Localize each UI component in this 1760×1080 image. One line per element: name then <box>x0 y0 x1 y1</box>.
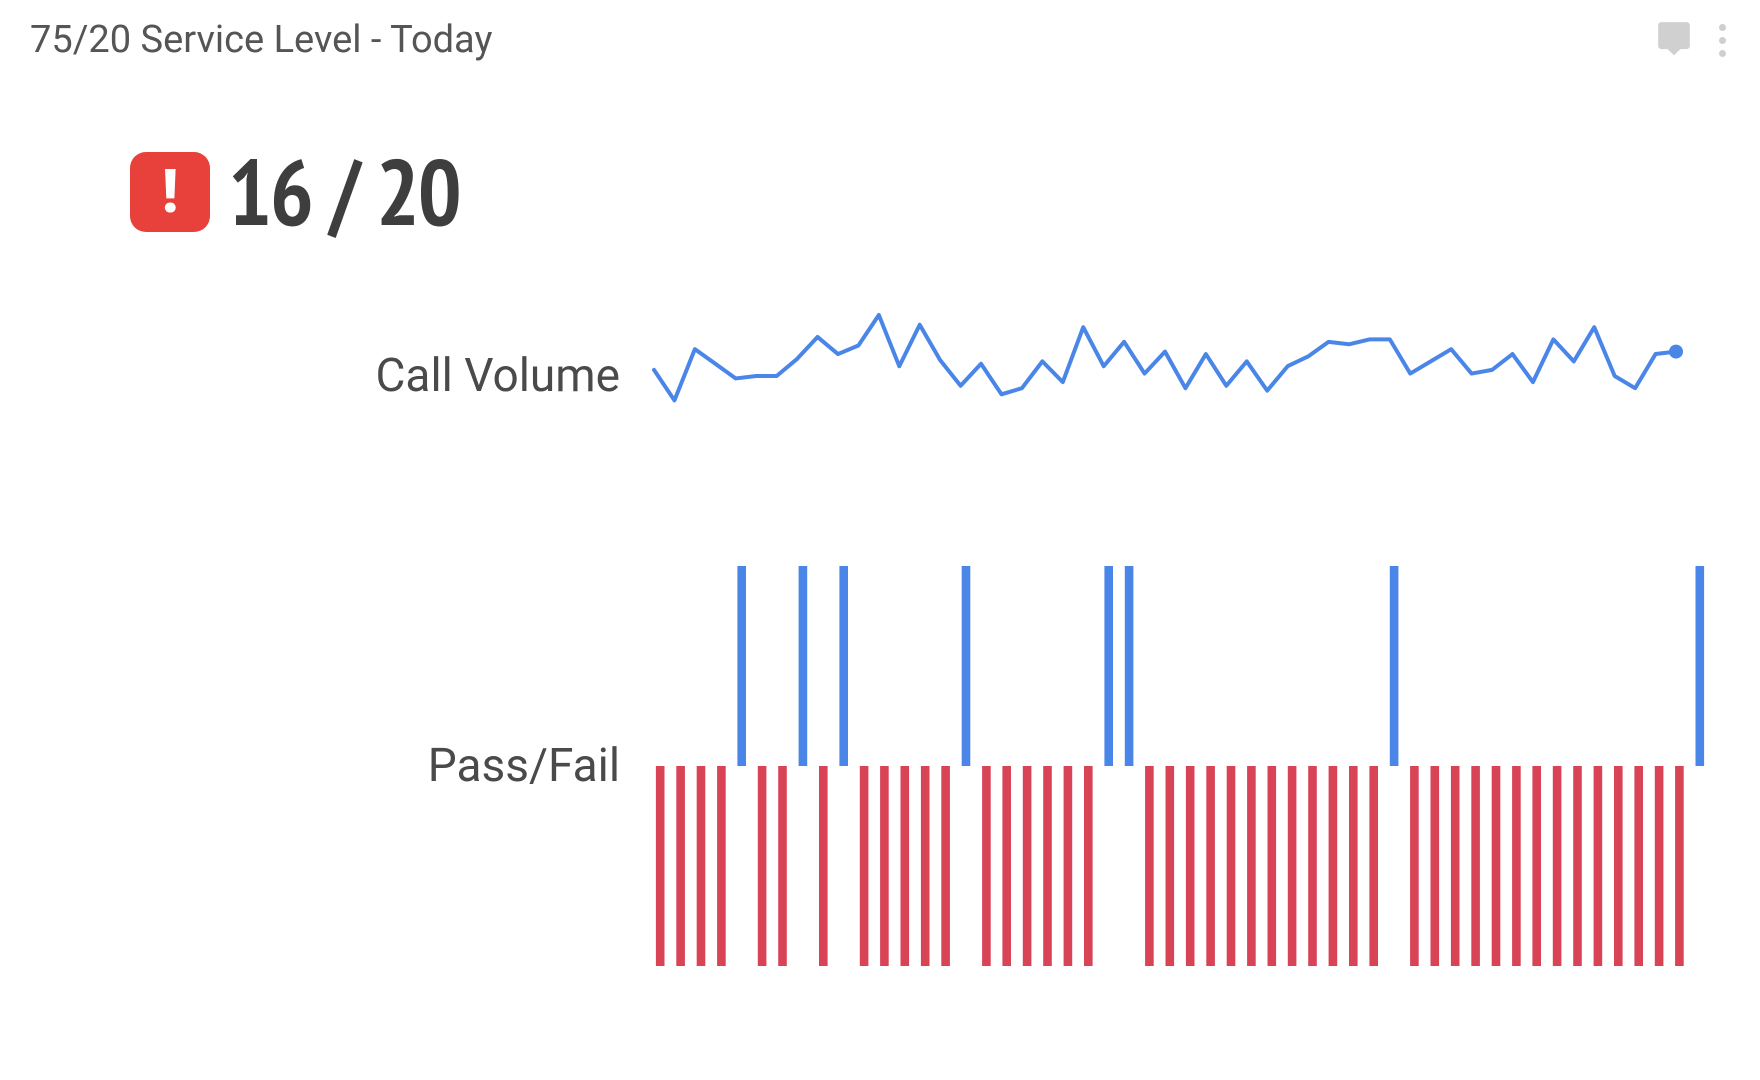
summary-separator: / <box>329 132 359 251</box>
fail-bar <box>1634 766 1643 966</box>
fail-bar <box>1532 766 1541 966</box>
fail-bar <box>1002 766 1011 966</box>
pass-bar <box>839 566 848 766</box>
fail-bar <box>1043 766 1052 966</box>
call-volume-line <box>654 315 1676 400</box>
service-level-widget: 75/20 Service Level - Today ! 16 / 20 Ca… <box>0 0 1760 1080</box>
fail-bar <box>1594 766 1603 966</box>
pass-fail-label: Pass/Fail <box>0 739 650 793</box>
widget-actions <box>1655 19 1730 61</box>
pass-bar <box>737 566 746 766</box>
fail-bar <box>819 766 828 966</box>
fail-bar <box>1369 766 1378 966</box>
fail-bar <box>1431 766 1440 966</box>
fail-bar <box>1308 766 1317 966</box>
fail-bar <box>1655 766 1664 966</box>
summary-denominator: 20 <box>376 132 460 251</box>
fail-bar <box>901 766 910 966</box>
call-volume-end-dot <box>1669 345 1683 359</box>
fail-bar <box>1064 766 1073 966</box>
fail-bar <box>1573 766 1582 966</box>
fail-bar <box>860 766 869 966</box>
fail-bar <box>1329 766 1338 966</box>
fail-bar <box>1471 766 1480 966</box>
fail-bar <box>1186 766 1195 966</box>
pass-fail-svg <box>650 561 1710 971</box>
widget-header: 75/20 Service Level - Today <box>0 0 1760 62</box>
widget-title: 75/20 Service Level - Today <box>30 18 492 62</box>
fail-bar <box>1451 766 1460 966</box>
fail-bar <box>1614 766 1623 966</box>
pass-bar <box>962 566 971 766</box>
call-volume-row: Call Volume <box>0 311 1760 441</box>
fail-bar <box>1492 766 1501 966</box>
fail-bar <box>1084 766 1093 966</box>
fail-bar <box>656 766 665 966</box>
summary-metric: ! 16 / 20 <box>130 132 1760 251</box>
fail-bar <box>1166 766 1175 966</box>
fail-bar <box>1206 766 1215 966</box>
fail-bar <box>697 766 706 966</box>
fail-bar <box>921 766 930 966</box>
fail-bar <box>1288 766 1297 966</box>
alert-icon: ! <box>130 152 210 232</box>
pass-bar <box>1696 566 1705 766</box>
fail-bar <box>982 766 991 966</box>
more-menu-icon[interactable] <box>1715 20 1730 61</box>
fail-bar <box>758 766 767 966</box>
fail-bar <box>880 766 889 966</box>
call-volume-svg <box>650 311 1680 441</box>
fail-bar <box>1512 766 1521 966</box>
pass-fail-chart <box>650 561 1710 971</box>
pass-bar <box>1125 566 1134 766</box>
fail-bar <box>778 766 787 966</box>
fail-bar <box>676 766 685 966</box>
fail-bar <box>1268 766 1277 966</box>
fail-bar <box>941 766 950 966</box>
call-volume-chart <box>650 311 1680 441</box>
summary-value: 16 / 20 <box>228 132 460 251</box>
pass-fail-row: Pass/Fail <box>0 561 1760 971</box>
fail-bar <box>1553 766 1562 966</box>
fail-bar <box>1349 766 1358 966</box>
fail-bar <box>1227 766 1236 966</box>
pass-bar <box>1390 566 1399 766</box>
pass-bar <box>1104 566 1113 766</box>
call-volume-label: Call Volume <box>0 349 650 403</box>
fail-bar <box>1675 766 1684 966</box>
fail-bar <box>1145 766 1154 966</box>
fail-bar <box>717 766 726 966</box>
fail-bar <box>1247 766 1256 966</box>
comment-icon[interactable] <box>1655 19 1693 61</box>
fail-bar <box>1023 766 1032 966</box>
alert-glyph: ! <box>162 162 179 222</box>
pass-bar <box>799 566 808 766</box>
fail-bar <box>1410 766 1419 966</box>
summary-numerator: 16 <box>228 132 312 251</box>
